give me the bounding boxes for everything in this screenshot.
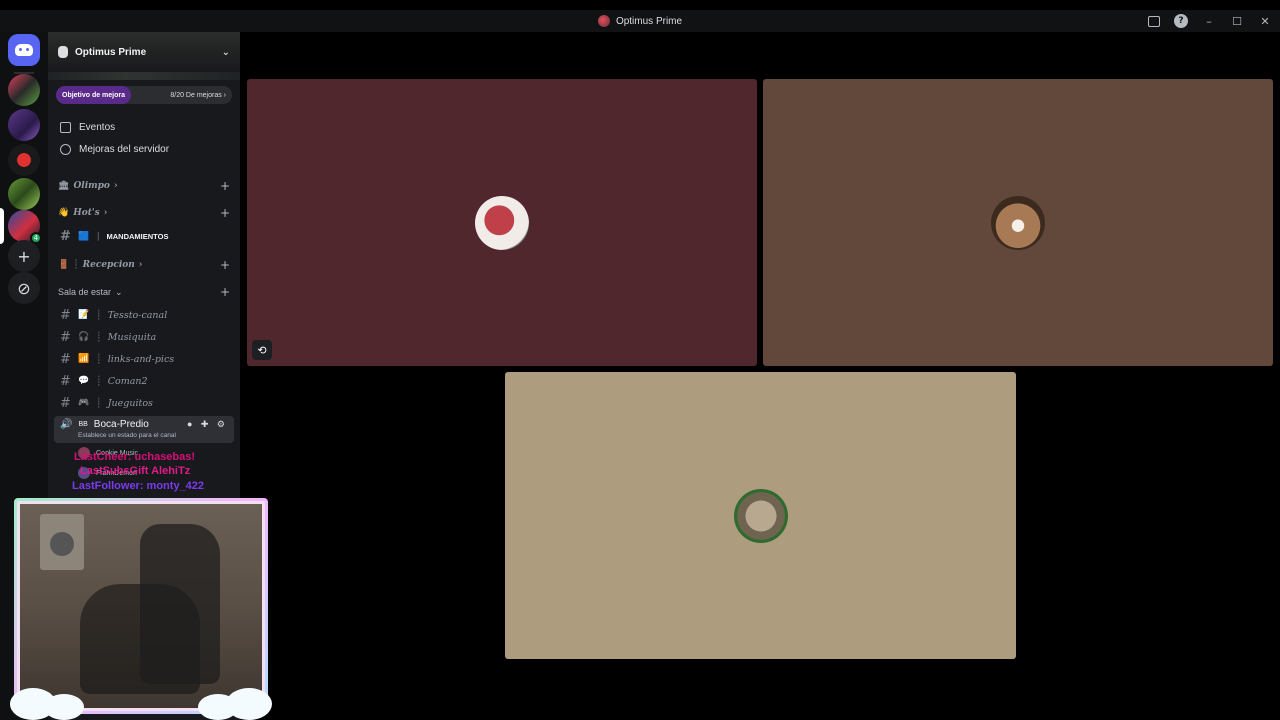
selected-server-pill [0, 208, 4, 244]
home-button[interactable] [8, 34, 40, 66]
webcam-feed [17, 501, 265, 711]
overlay-last-sub-gift: LastSubsGift AlehiTz [80, 465, 191, 477]
category-sala-label: Sala de estar [58, 287, 112, 297]
voice-prefix: BB [78, 421, 88, 428]
server-shield-icon [58, 46, 68, 58]
voice-status-input[interactable]: Establece un estado para el canal [60, 432, 228, 439]
channel-tessto-label: Tessto-canal [107, 309, 168, 321]
category-olimpo[interactable]: 🏛 Olimpo › + [48, 174, 240, 198]
channel-musiquita-label: Musiquita [107, 331, 157, 343]
gamepad-icon: 🎮 [78, 398, 90, 408]
server-header[interactable]: Optimus Prime ⌄ [48, 32, 240, 72]
focus-toggle-icon[interactable]: ⟲ [252, 340, 272, 360]
title-bar: Optimus Prime ? – ☐ ✕ [0, 0, 1280, 32]
overlay-last-cheer: LastCheer: uchasebas! [74, 451, 196, 463]
category-olimpo-label: Olimpo [73, 181, 110, 191]
nav-server-boosts-label: Mejoras del servidor [79, 143, 170, 155]
category-sala-de-estar[interactable]: Sala de estar ⌄ + [48, 280, 240, 304]
temple-icon: 🏛 [58, 181, 70, 191]
server-icon-2[interactable] [8, 109, 40, 141]
flag-icon: 🟦 [78, 230, 90, 241]
channel-jueguitos-label: Jueguitos [107, 397, 153, 409]
channel-links-label: links-and-pics [107, 353, 175, 365]
chevron-down-icon: ⌄ [221, 46, 230, 58]
channel-mandamientos[interactable]: # 🟦 ┊ MANDAMIENTOS [48, 225, 240, 247]
voice-actions-icons[interactable]: ● ✚ ⚙ [187, 419, 228, 430]
channel-mandamientos-label: MANDAMIENTOS [106, 231, 169, 241]
video-tile-3[interactable] [505, 372, 1016, 659]
server-banner [48, 72, 240, 80]
speaker-icon: 🔊 [60, 419, 73, 430]
avatar [733, 488, 788, 543]
boost-goal-bar[interactable]: Objetivo de mejora 8/20 De mejoras › [56, 86, 232, 104]
discover-icon[interactable]: ⊘ [8, 272, 40, 304]
office-chair-back [140, 524, 220, 684]
memo-icon: 📝 [78, 310, 90, 320]
voice-channel-name: Boca-Predio [93, 419, 149, 430]
hash-icon: # [60, 329, 71, 345]
server-avatar-icon [597, 15, 610, 27]
category-recepcion[interactable]: 🚪 ┊ Recepcion › + [48, 253, 240, 277]
server-icon-1[interactable] [8, 74, 40, 106]
headphones-icon: 🎧 [78, 332, 90, 342]
cloud-decoration [198, 694, 238, 720]
channel-jueguitos[interactable]: # 🎮 ┊ Jueguitos [48, 392, 240, 414]
window-title-text: Optimus Prime [615, 15, 683, 27]
avatar [475, 195, 529, 250]
create-channel-icon[interactable]: + [220, 179, 230, 193]
video-tile-2[interactable] [763, 79, 1273, 366]
maximize-button[interactable]: ☐ [1230, 14, 1244, 28]
channel-links-and-pics[interactable]: # 📶 ┊ links-and-pics [48, 348, 240, 370]
washing-machine [40, 514, 84, 570]
hash-icon: # [60, 395, 71, 411]
create-channel-icon[interactable]: + [220, 285, 230, 299]
category-hots-label: Hot's [73, 208, 100, 218]
add-server-icon[interactable]: + [8, 240, 40, 272]
window-title: Optimus Prime [597, 15, 683, 27]
channel-tessto[interactable]: # 📝 ┊ Tessto-canal [48, 304, 240, 326]
hash-icon: # [60, 373, 71, 389]
video-tile-1[interactable] [247, 79, 757, 366]
door-icon: 🚪 [58, 260, 70, 270]
hash-icon: # [60, 351, 71, 367]
signal-icon: 📶 [78, 354, 90, 364]
server-name: Optimus Prime [75, 46, 147, 58]
overlay-last-follower: LastFollower: monty_422 [72, 480, 205, 492]
inbox-icon[interactable] [1148, 15, 1160, 27]
server-icon-4[interactable] [8, 178, 40, 210]
nav-events[interactable]: Eventos [48, 116, 240, 138]
discord-home-icon [15, 44, 33, 56]
category-hots[interactable]: 👋 Hot's › + [48, 201, 240, 225]
boost-progress-value: 8/20 De mejoras [170, 91, 222, 99]
boost-progress-text: 8/20 De mejoras › [170, 91, 226, 99]
cloud-decoration [44, 694, 84, 720]
help-icon[interactable]: ? [1174, 14, 1188, 28]
nav-server-boosts[interactable]: Mejoras del servidor [48, 138, 240, 160]
hash-icon: # [60, 307, 71, 323]
nav-events-label: Eventos [79, 121, 116, 133]
chevron-down-icon: ⌄ [115, 286, 123, 297]
server-icon-3[interactable] [8, 144, 40, 176]
minimize-button[interactable]: – [1202, 14, 1216, 28]
channel-coman2-label: Coman2 [107, 375, 148, 387]
create-channel-icon[interactable]: + [220, 258, 230, 272]
avatar [991, 195, 1045, 250]
channel-coman2[interactable]: # 💬 ┊ Coman2 [48, 370, 240, 392]
close-button[interactable]: ✕ [1258, 14, 1272, 28]
category-recepcion-label: Recepcion [82, 260, 135, 270]
calendar-icon [60, 121, 71, 133]
channel-musiquita[interactable]: # 🎧 ┊ Musiquita [48, 326, 240, 348]
boost-goal-label: Objetivo de mejora [56, 86, 132, 104]
hash-icon: # [60, 228, 71, 244]
hand-icon: 👋 [58, 208, 70, 218]
server-icon-optimus-prime[interactable]: 4 [8, 210, 42, 244]
create-channel-icon[interactable]: + [220, 206, 230, 220]
webcam-overlay [10, 498, 272, 720]
boost-gem-icon [60, 143, 71, 155]
voice-channel-boca-predio[interactable]: 🔊 BB Boca-Predio ● ✚ ⚙ Establece un esta… [54, 416, 234, 443]
speech-bubble-icon: 💬 [78, 376, 90, 386]
